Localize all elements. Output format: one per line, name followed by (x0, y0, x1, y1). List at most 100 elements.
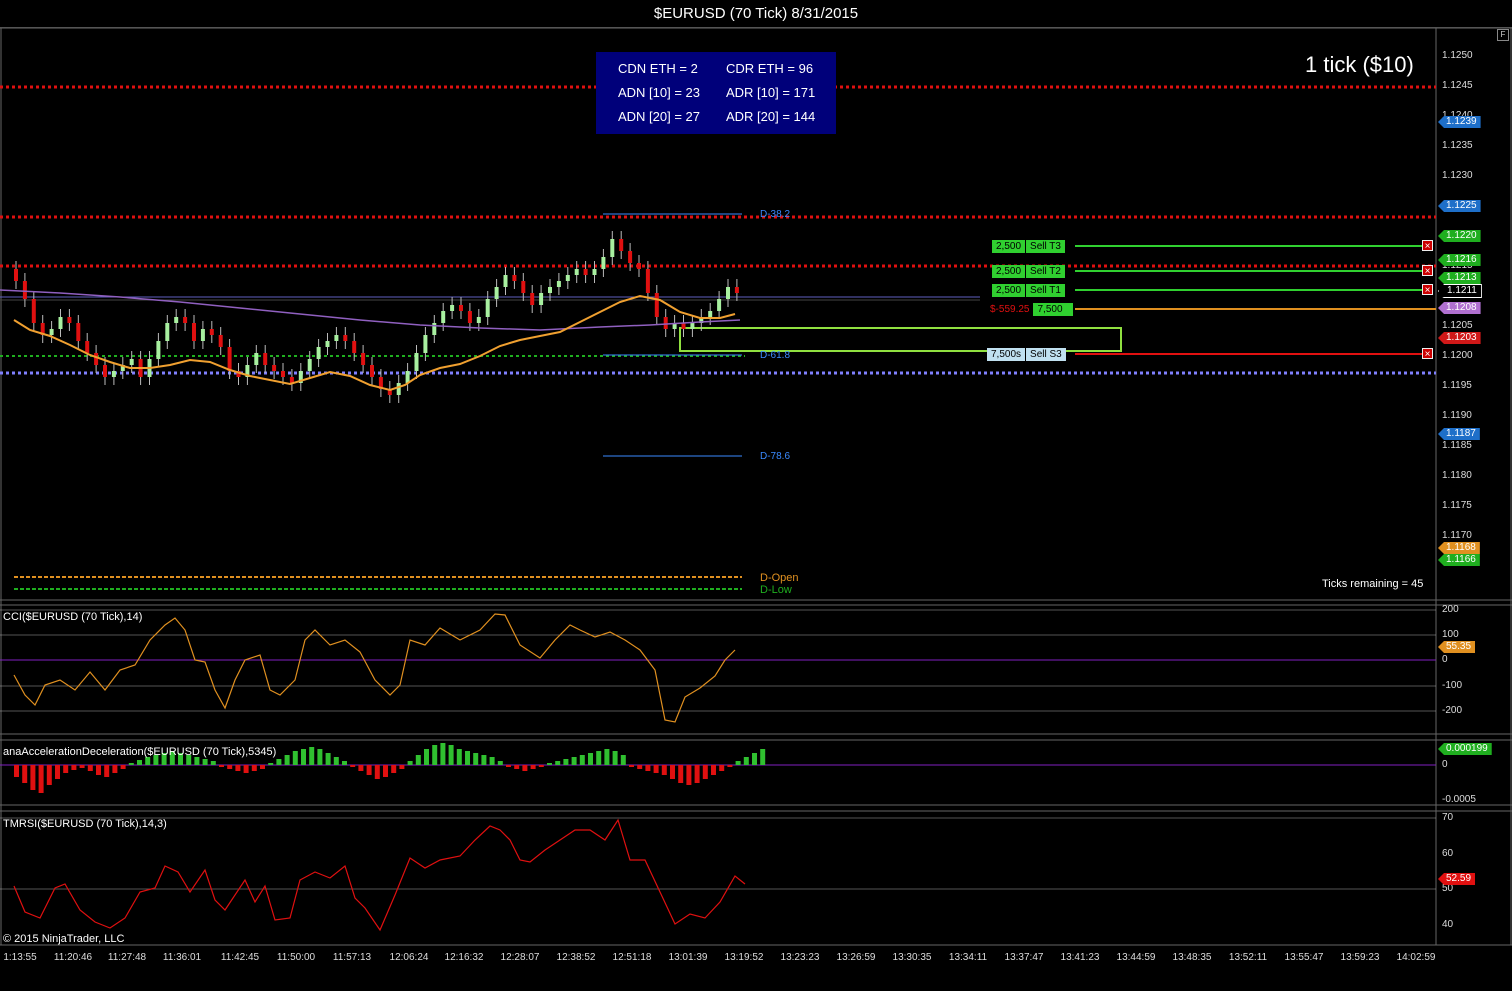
position-pnl: $-559.25 (990, 304, 1030, 315)
stat-adr10: ADR [10] = 171 (726, 85, 816, 100)
candle-body (31, 299, 36, 323)
candle-body (663, 317, 668, 329)
time-axis-tick: 11:42:45 (220, 952, 260, 963)
ana-bar (383, 765, 388, 777)
order-sell-t2[interactable]: 2,500 Sell T2 (992, 265, 1065, 278)
price-axis-tick: 1.1180 (1442, 470, 1472, 481)
candle-body (58, 317, 63, 329)
ana-bar (735, 761, 741, 765)
tmrsi-axis-40: 40 (1442, 919, 1454, 930)
time-axis-tick: 13:48:35 (1172, 952, 1212, 963)
cci-axis-100: 100 (1442, 629, 1459, 640)
candle-body (218, 335, 223, 347)
candle-body (281, 371, 285, 377)
tmrsi-title: TMRSI($EURUSD (70 Tick),14,3) (3, 818, 167, 830)
ana-bar (71, 765, 77, 770)
candle-body (717, 299, 722, 311)
candle-body (539, 293, 544, 305)
time-axis-tick: 14:02:59 (1396, 952, 1436, 963)
candle-body (227, 347, 232, 371)
candle-body (494, 287, 499, 299)
cancel-order-t3-button[interactable]: × (1422, 240, 1433, 252)
cancel-order-t1-button[interactable]: × (1422, 284, 1433, 296)
candle-body (352, 341, 357, 353)
ana-bar (235, 765, 241, 771)
ana-bar (645, 765, 651, 771)
candle-body (565, 275, 570, 281)
ana-bar (399, 765, 405, 769)
order-sell-t1[interactable]: 2,500 Sell T1 (992, 284, 1065, 297)
ana-bar (14, 765, 19, 777)
time-axis-tick: 12:06:24 (389, 952, 429, 963)
candle-body (156, 341, 161, 359)
cancel-order-t2-button[interactable]: × (1422, 265, 1433, 277)
time-axis-tick: 12:16:32 (444, 952, 484, 963)
candle-body (619, 239, 624, 251)
order-sell-s3[interactable]: 7,500s Sell S3 (987, 348, 1066, 361)
candle-body (459, 305, 463, 311)
candle-body (209, 329, 214, 335)
candle-body (103, 365, 107, 377)
stat-adn20: ADN [20] = 27 (618, 109, 701, 124)
ana-bar (629, 765, 634, 767)
cci-axis-neg100: -100 (1442, 680, 1463, 691)
candle-body (530, 293, 535, 305)
ana-bar (333, 757, 339, 765)
cancel-order-s3-button[interactable]: × (1422, 348, 1433, 360)
price-axis-tick: 1.1195 (1442, 380, 1472, 391)
cci-axis-0: 0 (1442, 654, 1448, 665)
ana-bar (579, 755, 585, 765)
candle-body (325, 341, 330, 347)
cci-title: CCI($EURUSD (70 Tick),14) (3, 611, 143, 623)
candle-body (396, 383, 401, 395)
price-axis-tick: 1.1190 (1442, 410, 1472, 421)
chart-canvas[interactable] (0, 0, 1512, 991)
ana-bar (366, 765, 372, 775)
candle-body (14, 269, 18, 281)
price-tag: 1.1239 (1438, 116, 1481, 128)
ana-bar (317, 749, 323, 765)
sma-line (0, 289, 741, 331)
cci-axis-neg200: -200 (1442, 705, 1463, 716)
ana-bar (473, 753, 479, 765)
candle-body (200, 329, 205, 341)
order-sell-t3[interactable]: 2,500 Sell T3 (992, 240, 1065, 253)
ana-bar (456, 749, 462, 765)
ana-bar (145, 757, 151, 765)
time-axis-tick: 13:37:47 (1004, 952, 1044, 963)
ana-bar (38, 765, 44, 793)
ana-title: anaAccelerationDeceleration($EURUSD (70 … (3, 746, 277, 758)
candle-body (574, 269, 579, 275)
candle-body (76, 323, 81, 341)
ana-bar (489, 757, 495, 765)
ana-value-tag: 0.000199 (1438, 743, 1492, 755)
candle-body (476, 317, 481, 323)
candle-body (174, 317, 179, 323)
time-axis-tick: 11:50:00 (276, 952, 316, 963)
ana-bar (530, 765, 536, 769)
cci-axis-200: 200 (1442, 604, 1459, 615)
ana-bar (292, 751, 298, 765)
ana-bar (268, 763, 274, 765)
time-axis-tick: 11:27:48 (107, 952, 147, 963)
ana-bar (137, 760, 142, 765)
position-marker[interactable]: $-559.25 7,500 (986, 303, 1074, 316)
position-qty: 7,500 (1033, 303, 1074, 316)
time-axis-tick: 1:13:55 (3, 952, 37, 963)
order-name: Sell S3 (1025, 348, 1066, 361)
candle-body (343, 335, 348, 341)
candle-body (637, 263, 641, 269)
ana-bar (391, 765, 397, 773)
ana-bar (202, 759, 208, 765)
ana-bar (87, 765, 93, 771)
ana-bar (497, 761, 503, 765)
candle-body (556, 281, 561, 287)
candle-body (690, 323, 695, 329)
ana-bar (309, 747, 315, 765)
copyright: © 2015 NinjaTrader, LLC (3, 933, 125, 945)
ana-bar (325, 753, 331, 765)
ana-bar (227, 765, 233, 769)
tmrsi-value-tag: 52.59 (1438, 873, 1476, 885)
time-axis-tick: 13:59:23 (1340, 952, 1380, 963)
panel-borders (0, 27, 1512, 946)
